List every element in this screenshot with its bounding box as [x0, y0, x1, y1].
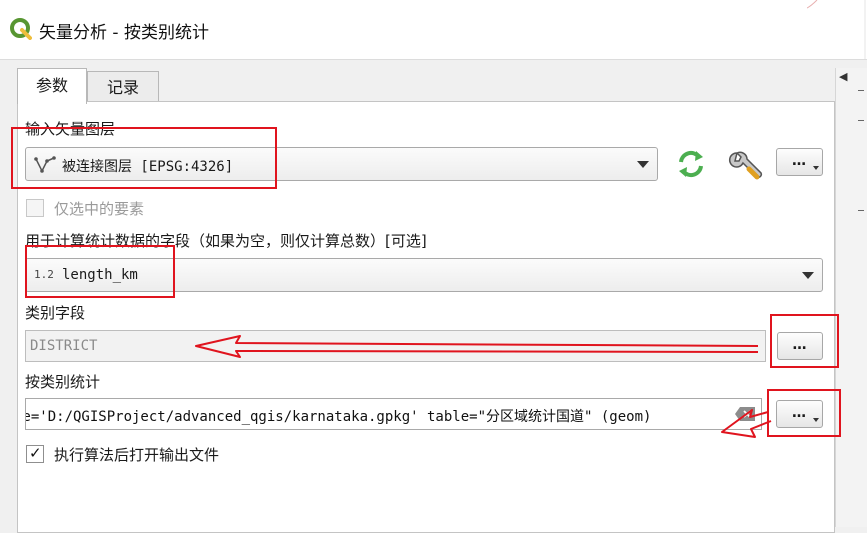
output-destination-input[interactable]: ne='D:/QGISProject/advanced_qgis/karnata… [25, 398, 762, 430]
chevron-down-icon [813, 166, 819, 170]
annotation-box-input-layer [11, 127, 277, 189]
tab-parameters[interactable]: 参数 [17, 68, 87, 104]
qgis-logo-icon [10, 18, 32, 40]
window-edge-decoration [807, 0, 866, 59]
checkmark-icon: ✓ [29, 444, 42, 462]
open-output-checkbox[interactable]: ✓ [26, 444, 44, 463]
input-layer-more-button[interactable]: … [776, 148, 823, 176]
title-bar: 矢量分析 - 按类别统计 [0, 0, 867, 60]
chevron-down-icon [802, 272, 814, 279]
expand-panel-icon[interactable]: ◀ [839, 70, 847, 83]
output-label: 按类别统计 [25, 373, 101, 391]
annotation-box-stats-field [25, 245, 175, 298]
open-output-label: 执行算法后打开输出文件 [54, 446, 220, 464]
iterate-icon[interactable] [674, 148, 708, 180]
category-field-value: DISTRICT [30, 338, 98, 354]
splitter-handle [858, 120, 864, 121]
annotation-box-category-button [770, 314, 839, 368]
more-label: … [792, 153, 807, 169]
window-title: 矢量分析 - 按类别统计 [39, 23, 209, 43]
selected-only-checkbox[interactable] [26, 199, 44, 217]
wrench-icon[interactable] [723, 145, 765, 185]
help-panel-collapsed[interactable] [835, 68, 867, 527]
clear-icon[interactable] [734, 406, 756, 422]
annotation-box-output-button [767, 389, 841, 437]
splitter-handle [858, 90, 864, 91]
tab-log[interactable]: 记录 [87, 71, 159, 102]
selected-only-label: 仅选中的要素 [54, 200, 145, 218]
output-destination-value: ne='D:/QGISProject/advanced_qgis/karnata… [25, 409, 652, 425]
category-field-input[interactable]: DISTRICT [25, 330, 766, 362]
chevron-down-icon [637, 161, 649, 168]
splitter-handle [858, 210, 864, 211]
category-field-label: 类别字段 [25, 304, 86, 322]
